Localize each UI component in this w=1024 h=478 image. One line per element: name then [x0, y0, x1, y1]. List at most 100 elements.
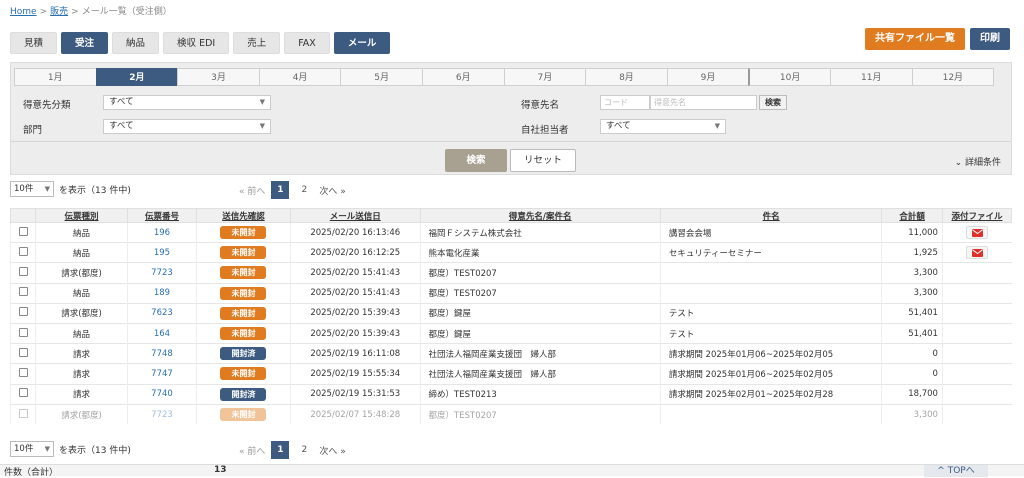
status-badge: 未開封 [220, 286, 267, 300]
prev-page-link[interactable]: « 前へ [239, 444, 265, 457]
row-checkbox[interactable] [18, 226, 28, 236]
table-row[interactable]: 請求(都度) 7723 未開封 2025/02/07 15:48:28 都度）TEST0… [9, 403, 1012, 425]
month-7[interactable]: 7月 [503, 68, 587, 86]
customer-name-input[interactable]: 得意先名 [650, 95, 757, 110]
month-2[interactable]: 2月 [95, 68, 179, 86]
document-type-tabs: 見積 受注 納品 検収 EDI 売上 FAX メール [10, 32, 391, 54]
detail-conditions-toggle[interactable]: ⌄ 詳細条件 [955, 155, 1001, 168]
tab-3[interactable]: 検収 EDI [163, 32, 230, 54]
column-header-4[interactable]: メール送信日 [289, 208, 421, 223]
department-select[interactable]: すべて ▼ [103, 119, 271, 134]
month-6[interactable]: 6月 [421, 68, 505, 86]
column-header-3[interactable]: 送信先確認 [195, 208, 291, 223]
row-checkbox[interactable] [18, 367, 28, 377]
voucher-number-link[interactable]: 7623 [151, 308, 173, 318]
month-11[interactable]: 11月 [829, 68, 913, 86]
staff-select[interactable]: すべて ▼ [600, 119, 726, 134]
tab-4[interactable]: 売上 [233, 32, 281, 54]
page-2[interactable]: 2 [295, 441, 313, 459]
customer-name: 都度）TEST0207 [419, 282, 661, 304]
breadcrumb-sales[interactable]: 販売 [50, 7, 68, 17]
table-row[interactable]: 請求(都度) 7723 未開封 2025/02/20 15:41:43 都度）TEST0… [9, 262, 1012, 284]
voucher-type: 請求 [35, 343, 128, 364]
customer-category-select[interactable]: すべて ▼ [103, 95, 271, 110]
column-header-5[interactable]: 得意先名/案件名 [419, 208, 661, 223]
voucher-number-cell: 7623 [127, 302, 197, 324]
voucher-number-link[interactable]: 195 [154, 248, 170, 258]
tab-5[interactable]: FAX [284, 32, 330, 54]
attachment-button[interactable] [966, 226, 989, 240]
page-1[interactable]: 1 [271, 441, 290, 459]
row-checkbox[interactable] [18, 347, 28, 357]
attachment-cell [941, 383, 1012, 405]
tab-6[interactable]: メール [333, 32, 391, 54]
back-to-top-link[interactable]: ^ TOPへ [924, 465, 988, 477]
customer-name: 都度）TEST0207 [419, 403, 661, 425]
month-5[interactable]: 5月 [340, 68, 423, 86]
row-checkbox[interactable] [18, 408, 28, 418]
next-page-link[interactable]: 次へ » [319, 444, 345, 457]
prev-page-link[interactable]: « 前へ [239, 184, 265, 197]
table-row[interactable]: 請求(都度) 7623 未開封 2025/02/20 15:39:43 都度）鍵屋 テスト… [9, 302, 1012, 324]
total-amount: 11,000 [881, 221, 943, 243]
table-row[interactable]: 納品 189 未開封 2025/02/20 15:41:43 都度）TEST0207 3,… [9, 282, 1012, 304]
voucher-number-link[interactable]: 7740 [151, 389, 173, 399]
row-checkbox[interactable] [18, 287, 28, 297]
voucher-number-link[interactable]: 7747 [151, 369, 173, 379]
chevron-down-icon: ▼ [714, 122, 720, 130]
column-header-2[interactable]: 伝票番号 [127, 208, 197, 223]
column-header-1[interactable]: 伝票種別 [35, 208, 128, 223]
customer-lookup-button[interactable]: 検索 [759, 95, 787, 110]
row-checkbox[interactable] [18, 327, 28, 337]
tab-2[interactable]: 納品 [112, 32, 160, 54]
customer-name: 都度）鍵屋 [419, 302, 661, 324]
month-8[interactable]: 8月 [585, 68, 668, 86]
tab-0[interactable]: 見積 [10, 32, 58, 54]
row-checkbox[interactable] [18, 307, 28, 317]
next-page-link[interactable]: 次へ » [319, 184, 345, 197]
month-3[interactable]: 3月 [177, 68, 260, 86]
month-12[interactable]: 12月 [911, 68, 995, 86]
row-select-cell [9, 363, 36, 384]
table-row[interactable]: 請求 7748 開封済 2025/02/19 16:11:08 社団法人福岡産業支援団 … [9, 343, 1012, 364]
page-1[interactable]: 1 [271, 181, 290, 199]
voucher-type: 請求(都度) [35, 262, 128, 284]
envelope-icon [972, 249, 984, 258]
table-row[interactable]: 請求 7740 開封済 2025/02/19 15:31:53 締め）TEST0213 請… [9, 383, 1012, 405]
customer-category-value: すべて [109, 97, 134, 107]
table-row[interactable]: 納品 196 未開封 2025/02/20 16:13:46 福岡Ｆシステム株式会社 講習… [9, 221, 1012, 243]
row-checkbox[interactable] [18, 266, 28, 276]
month-4[interactable]: 4月 [258, 68, 342, 86]
per-page-select[interactable]: 10件 ▼ [10, 441, 54, 457]
attachment-button[interactable] [966, 246, 989, 260]
voucher-number-link[interactable]: 196 [154, 228, 170, 238]
table-row[interactable]: 請求 7747 未開封 2025/02/19 15:55:34 社団法人福岡産業支援団 … [9, 363, 1012, 384]
column-header-8[interactable]: 添付ファイル [941, 208, 1013, 223]
month-1[interactable]: 1月 [14, 68, 97, 86]
print-button[interactable]: 印刷 [970, 28, 1010, 50]
customer-code-input[interactable]: コード [600, 95, 650, 110]
month-9[interactable]: 9月 [666, 68, 750, 86]
row-checkbox[interactable] [18, 388, 28, 398]
month-10[interactable]: 10月 [748, 68, 831, 86]
chevron-down-icon: ▼ [44, 445, 50, 453]
voucher-number-link[interactable]: 164 [154, 329, 170, 339]
table-row[interactable]: 納品 195 未開封 2025/02/20 16:12:25 熊本電化産業 セキュリティー… [9, 242, 1012, 263]
page-2[interactable]: 2 [295, 181, 313, 199]
reset-button[interactable]: リセット [510, 149, 576, 172]
row-checkbox[interactable] [18, 246, 28, 256]
voucher-number-link[interactable]: 7723 [151, 268, 173, 278]
tab-1[interactable]: 受注 [61, 32, 109, 54]
column-header-7[interactable]: 合計額 [881, 208, 943, 223]
shared-files-button[interactable]: 共有ファイル一覧 [865, 28, 965, 50]
table-row[interactable]: 納品 164 未開封 2025/02/20 15:39:43 都度）鍵屋 テスト 51,40… [9, 322, 1012, 344]
customer-name-label: 得意先名 [521, 100, 560, 111]
breadcrumb-home[interactable]: Home [10, 7, 37, 17]
per-page-select[interactable]: 10件 ▼ [10, 181, 54, 197]
column-header-6[interactable]: 件名 [659, 208, 883, 223]
search-button[interactable]: 検索 [445, 149, 507, 172]
voucher-type: 納品 [35, 221, 128, 243]
voucher-number-link[interactable]: 7748 [151, 349, 173, 359]
voucher-number-link[interactable]: 189 [154, 288, 170, 298]
voucher-number-link[interactable]: 7723 [151, 410, 173, 420]
